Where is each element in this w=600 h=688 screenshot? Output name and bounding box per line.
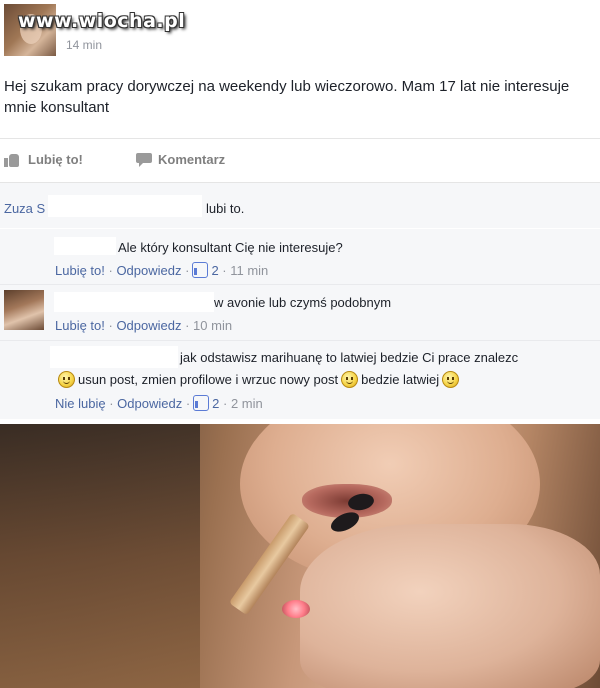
like-button-label: Lubię to!: [28, 152, 83, 167]
comment-like-count[interactable]: 2: [211, 263, 218, 278]
smiley-emoji-icon: [341, 371, 359, 388]
facebook-post: www.wiocha.pl 14 min Hej szukam pracy do…: [0, 0, 600, 420]
comment-timestamp[interactable]: 11 min: [230, 263, 268, 278]
comment-text-line2: usun post, zmien profilowe i wrzuc nowy …: [55, 371, 462, 388]
commenter-avatar[interactable]: [4, 234, 44, 274]
redacted-name-block: [48, 195, 202, 217]
comment-text-line2-b: bedzie latwiej: [361, 372, 440, 387]
photo-hair: [0, 424, 200, 688]
comment-text-line1: jak odstawisz marihuanę to latwiej bedzi…: [180, 350, 519, 365]
post-text: Hej szukam pracy dorywczej na weekendy l…: [4, 78, 570, 116]
comment-meta: Lubię to! · Odpowiedz · 10 min: [55, 318, 233, 333]
likes-suffix: lubi to.: [206, 201, 245, 216]
thumbs-up-icon: [193, 395, 210, 411]
comment-meta: Lubię to! · Odpowiedz · 2 · 11 min: [55, 262, 269, 278]
commenter-avatar[interactable]: [4, 290, 44, 330]
comment-button-label: Komentarz: [158, 152, 226, 167]
photo-cigarette-tip: [282, 600, 310, 618]
attached-photo: [0, 424, 600, 688]
comment-item: jak odstawisz marihuanę to latwiej bedzi…: [0, 342, 600, 418]
smiley-emoji-icon: [442, 371, 460, 388]
comment-item: Ale który konsultant Cię nie interesuje?…: [0, 229, 600, 285]
thumbs-up-icon: [192, 262, 209, 278]
comment-text: Ale który konsultant Cię nie interesuje?: [118, 240, 343, 255]
smiley-emoji-icon: [58, 371, 75, 388]
thumbs-up-icon: [4, 153, 22, 167]
comment-like-link[interactable]: Lubię to!: [55, 263, 105, 278]
comment-timestamp[interactable]: 10 min: [193, 318, 232, 333]
post-timestamp[interactable]: 14 min: [66, 38, 102, 52]
comment-item: w avonie lub czymś podobnym Lubię to! · …: [0, 286, 600, 341]
like-button[interactable]: Lubię to!: [4, 152, 83, 167]
comment-reply-link[interactable]: Odpowiedz: [117, 396, 182, 411]
post-actions-bar: Lubię to! Komentarz: [0, 138, 600, 182]
comment-bubble-icon: [136, 152, 152, 167]
comment-reply-link[interactable]: Odpowiedz: [116, 318, 181, 333]
comment-unlike-link[interactable]: Nie lubię: [55, 396, 106, 411]
comment-text: w avonie lub czymś podobnym: [214, 295, 392, 310]
comments-section: Ale który konsultant Cię nie interesuje?…: [0, 229, 600, 419]
comment-timestamp[interactable]: 2 min: [231, 396, 263, 411]
comment-meta: Nie lubię · Odpowiedz · 2 · 2 min: [55, 395, 263, 411]
comment-like-link[interactable]: Lubię to!: [55, 318, 105, 333]
comment-like-count[interactable]: 2: [212, 396, 219, 411]
redacted-name-block: [54, 237, 116, 255]
liker-name-link[interactable]: Zuza S: [4, 201, 45, 216]
photo-hand: [300, 524, 600, 688]
watermark: www.wiocha.pl: [18, 10, 186, 32]
commenter-avatar[interactable]: [4, 346, 44, 386]
comment-text-line2-a: usun post, zmien profilowe i wrzuc nowy …: [78, 372, 339, 387]
comment-reply-link[interactable]: Odpowiedz: [116, 263, 181, 278]
redacted-name-block: [50, 346, 178, 368]
likes-summary: Zuza S lubi to.: [0, 182, 600, 228]
comment-button[interactable]: Komentarz: [136, 152, 600, 167]
post-header: www.wiocha.pl 14 min: [0, 0, 600, 60]
redacted-name-block: [54, 292, 214, 312]
